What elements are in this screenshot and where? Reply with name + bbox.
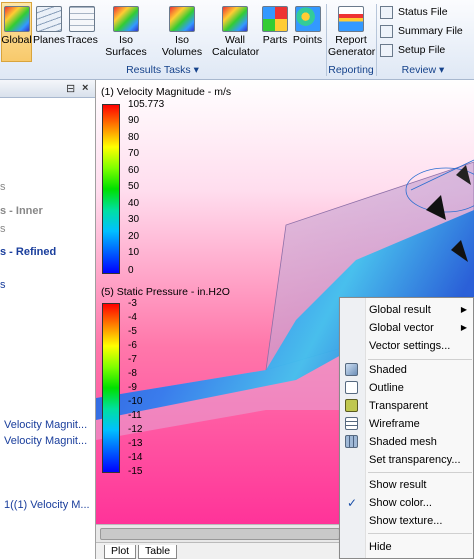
- pressure-tick: -4: [128, 312, 137, 323]
- submenu-arrow-icon: ▶: [460, 323, 467, 332]
- pressure-tick: -6: [128, 340, 137, 351]
- wall-calculator-button[interactable]: Wall Calculator: [211, 2, 259, 62]
- velocity-tick: 40: [128, 198, 140, 209]
- pressure-tick: -11: [128, 410, 142, 421]
- tree-item[interactable]: s - Inner: [0, 205, 43, 217]
- velocity-color-bar: [102, 104, 120, 274]
- global-icon: [3, 6, 30, 32]
- shaded-mesh-icon: [345, 435, 358, 448]
- velocity-tick: 50: [128, 181, 140, 192]
- reporting-group-label: Reporting: [328, 64, 374, 76]
- tree-item[interactable]: s: [0, 279, 6, 291]
- menu-item-show-texture[interactable]: Show texture...: [340, 512, 474, 530]
- menu-item-transparent[interactable]: Transparent: [340, 397, 474, 415]
- tree-item[interactable]: s: [0, 181, 6, 193]
- summary-file-icon: [380, 24, 393, 38]
- tab-plot[interactable]: Plot: [104, 545, 137, 559]
- menu-item-vector-settings[interactable]: Vector settings...: [340, 337, 474, 355]
- summary-file-button[interactable]: Summary File: [380, 22, 463, 40]
- iso-volumes-icon: [169, 6, 195, 32]
- left-panel: ⊟ × s s - Inner s s - Refined s Velocity…: [0, 80, 96, 559]
- velocity-tick: 90: [128, 115, 140, 126]
- iso-surfaces-button[interactable]: Iso Surfaces: [99, 2, 153, 62]
- outline-icon: [345, 381, 358, 394]
- menu-separator: [368, 533, 472, 534]
- tree-item-velocity-2[interactable]: Velocity Magnit...: [4, 435, 87, 447]
- wireframe-icon: [345, 417, 358, 430]
- menu-item-show-result[interactable]: Show result: [340, 476, 474, 494]
- global-button[interactable]: Global: [1, 2, 32, 62]
- pressure-tick: -7: [128, 354, 137, 365]
- traces-icon: [69, 6, 95, 32]
- pressure-legend-title: (5) Static Pressure - in.H2O: [101, 286, 230, 298]
- velocity-legend-title: (1) Velocity Magnitude - m/s: [101, 86, 232, 98]
- pressure-tick: -9: [128, 382, 137, 393]
- checkmark-icon: ✓: [347, 496, 358, 510]
- status-file-button[interactable]: Status File: [380, 3, 448, 21]
- report-generator-icon: [338, 6, 364, 32]
- results-tasks-group-label[interactable]: Results Tasks ▾: [1, 62, 324, 78]
- velocity-tick: 80: [128, 132, 140, 143]
- submenu-arrow-icon: ▶: [460, 305, 467, 314]
- pressure-tick: -8: [128, 368, 137, 379]
- ribbon-toolbar: Global Planes Traces Iso Surfaces Iso Vo…: [0, 0, 474, 80]
- velocity-tick: 10: [128, 247, 140, 258]
- pressure-tick: -14: [128, 452, 143, 463]
- tab-table[interactable]: Table: [138, 545, 178, 559]
- planes-icon: [36, 6, 62, 32]
- points-button[interactable]: Points: [291, 2, 324, 62]
- velocity-tick: 60: [128, 165, 140, 176]
- pressure-tick: -3: [128, 298, 137, 309]
- points-icon: [294, 6, 321, 32]
- iso-volumes-button[interactable]: Iso Volumes: [154, 2, 210, 62]
- tree-item-velocity-3[interactable]: 1((1) Velocity M...: [4, 499, 90, 511]
- menu-item-shaded-mesh[interactable]: Shaded mesh: [340, 433, 474, 451]
- menu-separator: [368, 359, 472, 360]
- menu-separator: [368, 472, 472, 473]
- velocity-tick: 70: [128, 148, 140, 159]
- pressure-tick: -13: [128, 438, 143, 449]
- shaded-icon: [345, 363, 358, 376]
- menu-item-hide[interactable]: Hide: [340, 538, 474, 556]
- pin-icon[interactable]: ⊟: [66, 82, 75, 95]
- review-group-label[interactable]: Review ▾: [378, 62, 468, 78]
- context-menu: Global result ▶ Global vector ▶ Vector s…: [339, 297, 474, 559]
- panel-header: ⊟ ×: [0, 80, 95, 98]
- report-generator-button[interactable]: Report Generator: [328, 2, 375, 62]
- pressure-tick: -10: [128, 396, 143, 407]
- setup-file-button[interactable]: Setup File: [380, 41, 445, 59]
- menu-item-show-color[interactable]: ✓ Show color...: [340, 494, 474, 512]
- setup-file-icon: [380, 43, 393, 57]
- tree-item[interactable]: s - Refined: [0, 246, 56, 258]
- velocity-tick: 105.773: [128, 99, 165, 110]
- pressure-color-bar: [102, 303, 120, 473]
- tree-item-velocity-1[interactable]: Velocity Magnit...: [4, 419, 87, 431]
- close-icon[interactable]: ×: [82, 82, 88, 94]
- velocity-tick: 30: [128, 214, 140, 225]
- menu-item-global-result[interactable]: Global result ▶: [340, 301, 474, 319]
- scrollbar-thumb[interactable]: [100, 528, 340, 540]
- ribbon-separator: [376, 4, 377, 76]
- parts-icon: [262, 6, 288, 32]
- planes-button[interactable]: Planes: [33, 2, 65, 62]
- traces-button[interactable]: Traces: [66, 2, 98, 62]
- parts-button[interactable]: Parts: [260, 2, 290, 62]
- menu-item-shaded[interactable]: Shaded: [340, 361, 474, 379]
- transparent-icon: [345, 399, 358, 412]
- menu-item-global-vector[interactable]: Global vector ▶: [340, 319, 474, 337]
- menu-item-wireframe[interactable]: Wireframe: [340, 415, 474, 433]
- wall-calculator-icon: [222, 6, 248, 32]
- menu-item-outline[interactable]: Outline: [340, 379, 474, 397]
- pressure-tick: -12: [128, 424, 143, 435]
- pressure-tick: -15: [128, 466, 143, 477]
- menu-item-set-transparency[interactable]: Set transparency...: [340, 451, 474, 469]
- iso-surfaces-icon: [113, 6, 139, 32]
- tree-item[interactable]: s: [0, 223, 6, 235]
- status-file-icon: [380, 5, 393, 19]
- velocity-tick: 20: [128, 231, 140, 242]
- velocity-tick: 0: [128, 265, 134, 276]
- pressure-tick: -5: [128, 326, 137, 337]
